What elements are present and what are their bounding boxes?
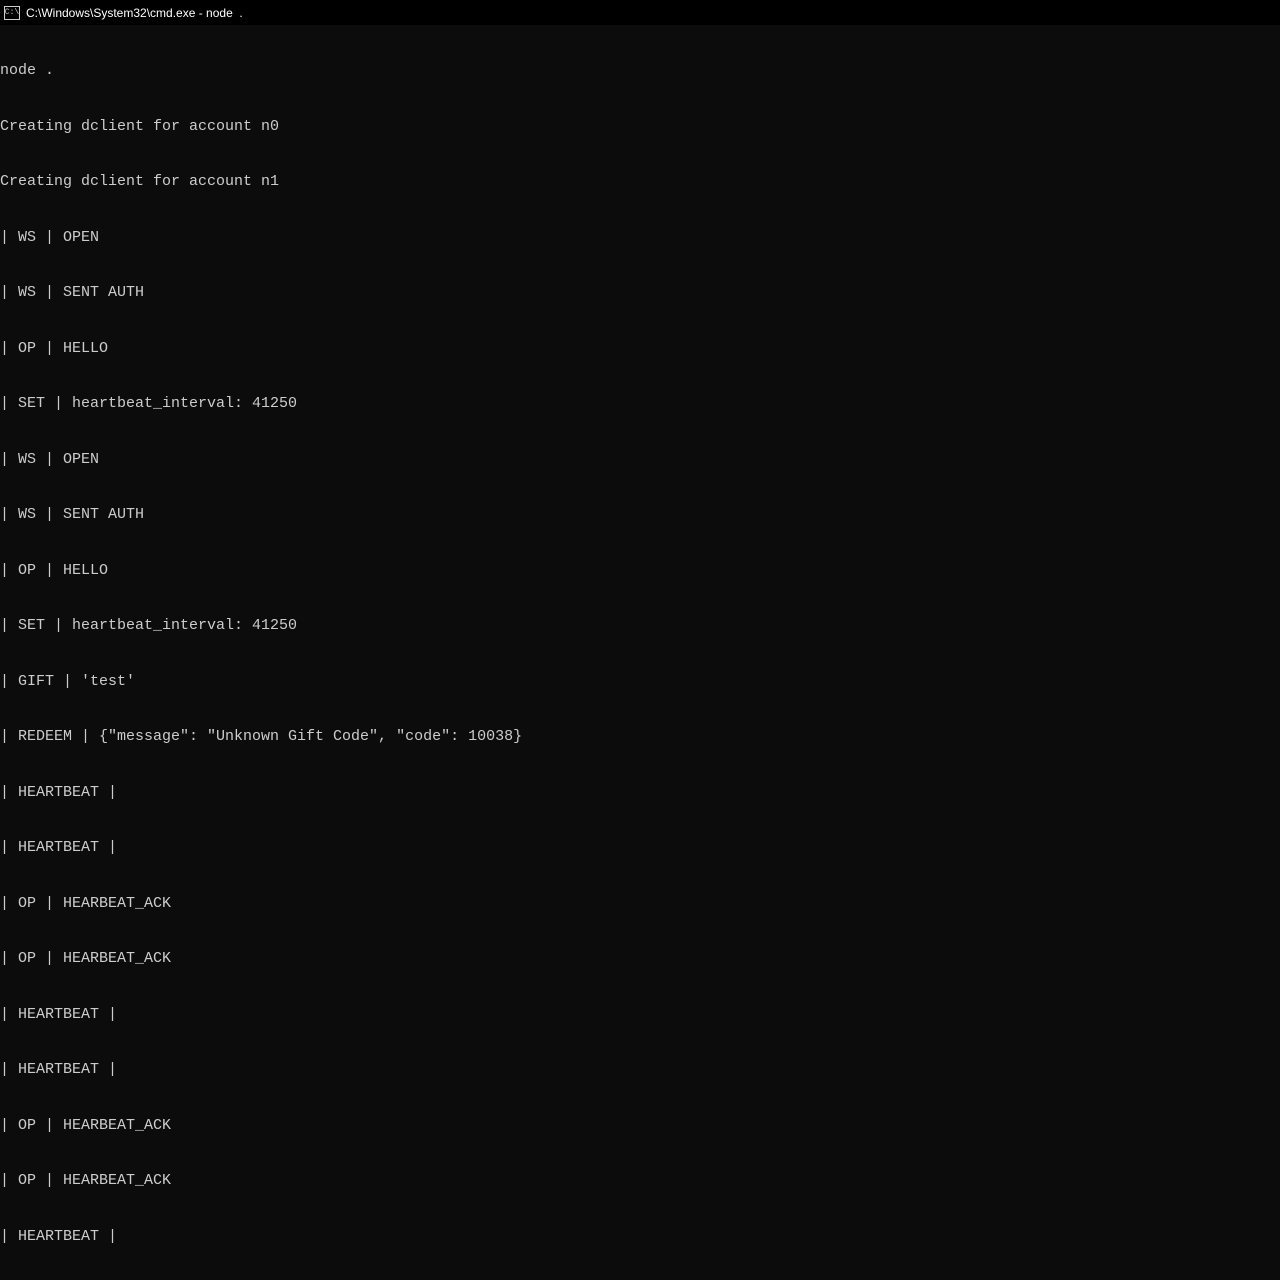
terminal-line: | OP | HEARBEAT_ACK bbox=[0, 1172, 1280, 1191]
terminal-line: | WS | OPEN bbox=[0, 451, 1280, 470]
terminal-line: | HEARTBEAT | bbox=[0, 1006, 1280, 1025]
terminal-line: | OP | HEARBEAT_ACK bbox=[0, 950, 1280, 969]
terminal-line: | SET | heartbeat_interval: 41250 bbox=[0, 617, 1280, 636]
terminal-output[interactable]: node . Creating dclient for account n0 C… bbox=[0, 25, 1280, 1280]
terminal-line: | OP | HELLO bbox=[0, 562, 1280, 581]
terminal-line: | HEARTBEAT | bbox=[0, 1228, 1280, 1247]
terminal-line: | WS | SENT AUTH bbox=[0, 284, 1280, 303]
cmd-icon-text: C:\ bbox=[5, 9, 19, 17]
window-titlebar[interactable]: C:\ C:\Windows\System32\cmd.exe - node . bbox=[0, 0, 1280, 25]
terminal-line: | OP | HEARBEAT_ACK bbox=[0, 1117, 1280, 1136]
terminal-line: | SET | heartbeat_interval: 41250 bbox=[0, 395, 1280, 414]
terminal-line: | OP | HEARBEAT_ACK bbox=[0, 895, 1280, 914]
terminal-line: | WS | SENT AUTH bbox=[0, 506, 1280, 525]
terminal-line: | HEARTBEAT | bbox=[0, 839, 1280, 858]
terminal-line: node . bbox=[0, 62, 1280, 81]
terminal-line: | WS | OPEN bbox=[0, 229, 1280, 248]
terminal-line: | REDEEM | {"message": "Unknown Gift Cod… bbox=[0, 728, 1280, 747]
cmd-icon: C:\ bbox=[4, 6, 20, 20]
terminal-line: | HEARTBEAT | bbox=[0, 1061, 1280, 1080]
terminal-line: | OP | HELLO bbox=[0, 340, 1280, 359]
terminal-line: | HEARTBEAT | bbox=[0, 784, 1280, 803]
terminal-line: Creating dclient for account n0 bbox=[0, 118, 1280, 137]
terminal-line: | GIFT | 'test' bbox=[0, 673, 1280, 692]
window-title: C:\Windows\System32\cmd.exe - node . bbox=[26, 6, 243, 20]
terminal-line: Creating dclient for account n1 bbox=[0, 173, 1280, 192]
